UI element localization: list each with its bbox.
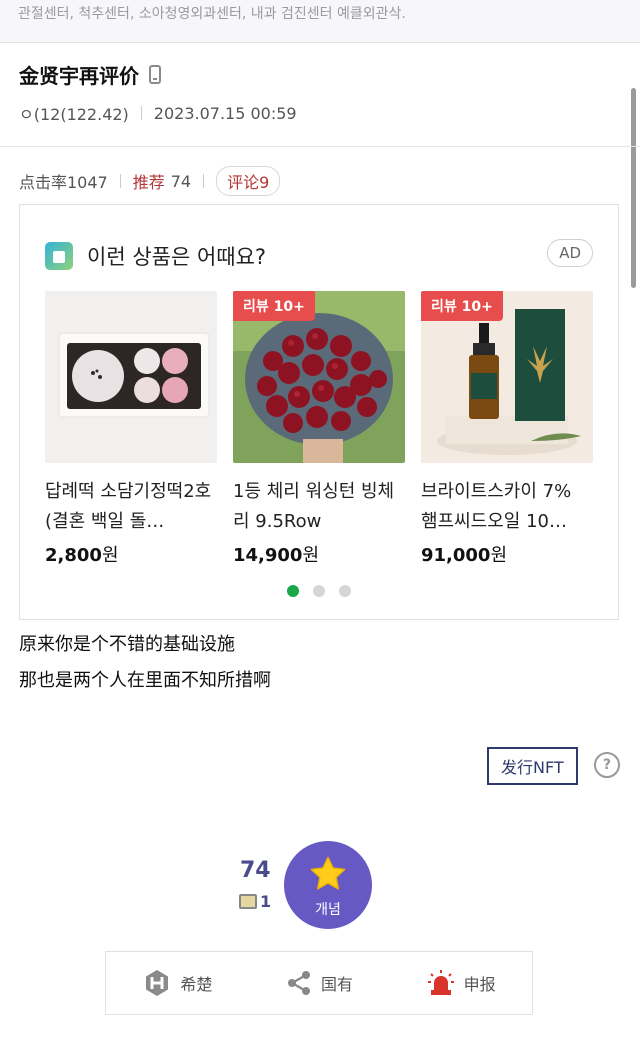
hexagon-h-icon: [146, 970, 169, 996]
ad-title: 이런 상품은 어때요?: [87, 245, 267, 269]
post-title: 金贤宇再评价: [19, 64, 139, 88]
product-image-cherries[interactable]: 리뷰 10+: [233, 291, 405, 463]
product-image-rice-cake[interactable]: [45, 291, 217, 463]
price-value: 14,900: [233, 545, 303, 566]
post-stats: 点击率1047 推荐 74 评论9: [19, 166, 281, 196]
product-price: 2,800원: [45, 541, 217, 567]
review-count-badge: 리뷰 10+: [421, 291, 503, 321]
price-value: 2,800: [45, 545, 102, 566]
post-datetime: 2023.07.15 00:59: [153, 103, 297, 123]
share-button[interactable]: 国有: [285, 969, 353, 997]
comment-count-button[interactable]: 评论9: [216, 166, 281, 196]
stats-divider: [203, 174, 205, 188]
review-count-badge: 리뷰 10+: [233, 291, 315, 321]
post-body-line: 原来你是个不错的基础设施: [19, 634, 235, 655]
ad-header: 이런 상품은 어때요?: [45, 241, 266, 271]
recommend-label: 推荐: [132, 173, 165, 192]
post-meta: ㅇ(12(122.42) 2023.07.15 00:59: [19, 101, 297, 125]
mobile-phone-icon: [149, 65, 161, 84]
action-bar: 希楚 国有 申报: [105, 951, 533, 1015]
product-card[interactable]: 답례떡 소담기정떡2호(결혼 백일 돌… 2,800원: [45, 291, 217, 567]
price-unit: 원: [490, 545, 508, 566]
share-label: 国有: [320, 975, 353, 994]
carousel-dot-2[interactable]: [313, 585, 325, 597]
hint-button[interactable]: 希楚: [142, 968, 212, 998]
star-icon: [310, 856, 346, 890]
top-banner-strip: 관절센터, 척추센터, 소아청영외과센터, 내과 검진센터 예클외관삭.: [0, 0, 640, 43]
shopping-bag-icon: [45, 242, 73, 270]
price-unit: 원: [101, 545, 119, 566]
report-button[interactable]: 申报: [426, 968, 496, 998]
scrollbar[interactable]: [631, 88, 636, 288]
product-name[interactable]: 답례떡 소담기정떡2호(결혼 백일 돌…: [45, 477, 217, 537]
hint-label: 希楚: [180, 975, 213, 994]
star-button-label: 개념: [315, 902, 341, 918]
recommend-star-button[interactable]: 개념: [284, 841, 372, 929]
product-card[interactable]: 리뷰 10+ 브라이트스카이 7% 햄프씨드오일 10… 91,000원: [421, 291, 593, 567]
post-author[interactable]: ㅇ(12(122.42): [19, 101, 129, 125]
top-banner-text: 관절센터, 척추센터, 소아청영외과센터, 내과 검진센터 예클외관삭.: [18, 6, 406, 22]
post-body-line: 那也是两个人在里面不知所措啊: [19, 670, 271, 691]
product-price: 91,000원: [421, 541, 593, 567]
price-unit: 원: [302, 545, 320, 566]
help-icon[interactable]: ?: [594, 752, 620, 778]
fixed-vote-number: 1: [260, 892, 272, 911]
issue-nft-button[interactable]: 发行NFT: [487, 747, 578, 785]
product-image-hemp-oil[interactable]: 리뷰 10+: [421, 291, 593, 463]
product-name[interactable]: 브라이트스카이 7% 햄프씨드오일 10…: [421, 477, 593, 537]
recommend-count: 74: [170, 171, 192, 191]
carousel-pagination: [20, 585, 618, 597]
fixed-member-icon: [239, 894, 257, 909]
share-icon: [287, 971, 310, 995]
post-body: 原来你是个不错的基础设施 那也是两个人在里面不知所措啊: [19, 627, 271, 699]
price-value: 91,000: [421, 545, 491, 566]
header-divider: [0, 146, 640, 147]
ad-product-carousel: 이런 상품은 어때요? AD 답례떡 소담기정떡2호(결혼 백일 돌… 2,80…: [19, 204, 619, 620]
siren-icon: [427, 970, 454, 995]
post-title-row: 金贤宇再评价: [19, 60, 161, 89]
carousel-dot-3[interactable]: [339, 585, 351, 597]
meta-divider: [140, 106, 142, 120]
view-count: 点击率1047: [19, 173, 108, 192]
ad-badge[interactable]: AD: [547, 239, 593, 267]
carousel-dot-1[interactable]: [287, 585, 299, 597]
product-card[interactable]: 리뷰 10+ 1등 체리 워싱턴 빙체리 9.5Row 14,900원: [233, 291, 405, 567]
product-name[interactable]: 1등 체리 워싱턴 빙체리 9.5Row: [233, 477, 405, 537]
product-price: 14,900원: [233, 541, 405, 567]
report-label: 申报: [463, 975, 496, 994]
vote-count: 74: [240, 858, 271, 883]
stats-divider: [119, 174, 121, 188]
fixed-vote-count: 1: [236, 892, 271, 911]
